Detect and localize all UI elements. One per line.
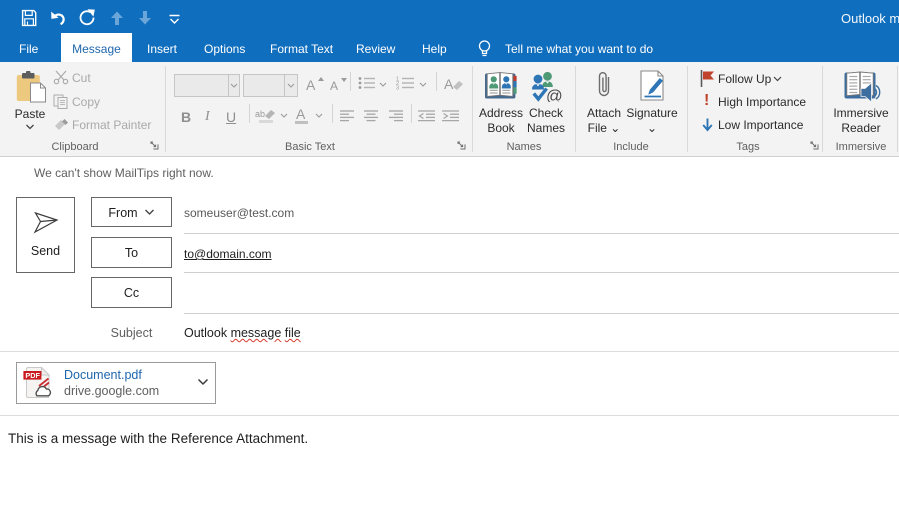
svg-text:@: @ [546, 88, 563, 103]
svg-text:ab: ab [255, 109, 265, 119]
svg-text:3: 3 [396, 86, 399, 90]
svg-text:PDF: PDF [25, 371, 40, 380]
